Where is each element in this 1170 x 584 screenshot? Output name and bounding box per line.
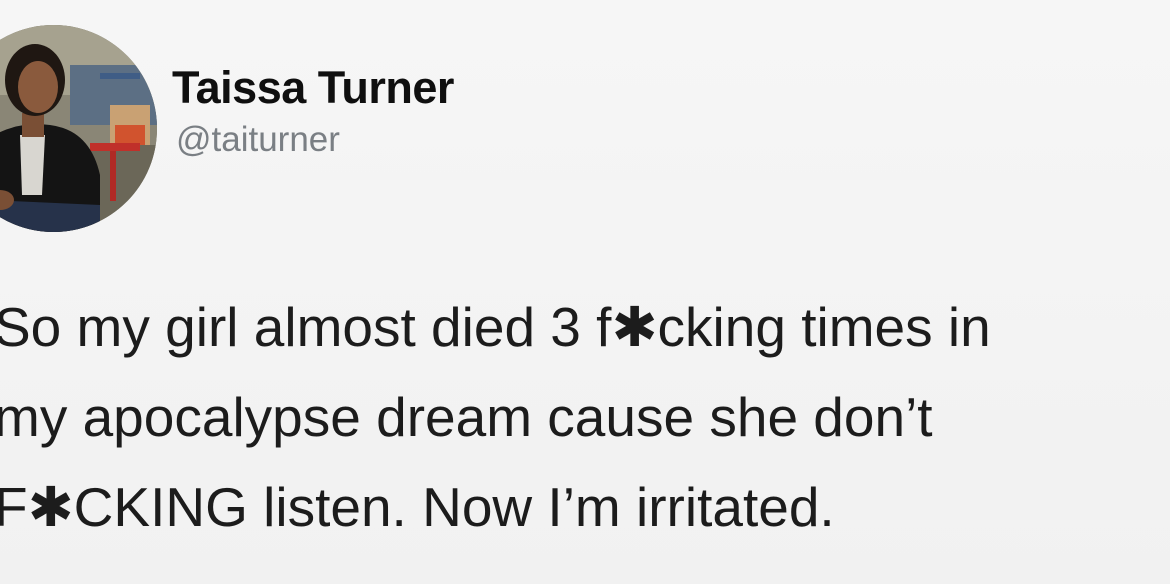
tweet-card: Taissa Turner @taiturner So my girl almo…: [0, 0, 1170, 584]
tweet-line: my apocalypse dream cause she don’t: [0, 386, 933, 448]
user-handle[interactable]: @taiturner: [176, 120, 340, 160]
tweet-line: So my girl almost died 3 f✱cking times i…: [0, 296, 991, 358]
display-name[interactable]: Taissa Turner: [172, 62, 454, 114]
tweet-line: F✱CKING listen. Now I’m irritated.: [0, 476, 835, 538]
avatar-photo: [0, 25, 157, 232]
avatar[interactable]: [0, 25, 157, 232]
tweet-text: So my girl almost died 3 f✱cking times i…: [0, 282, 1170, 552]
